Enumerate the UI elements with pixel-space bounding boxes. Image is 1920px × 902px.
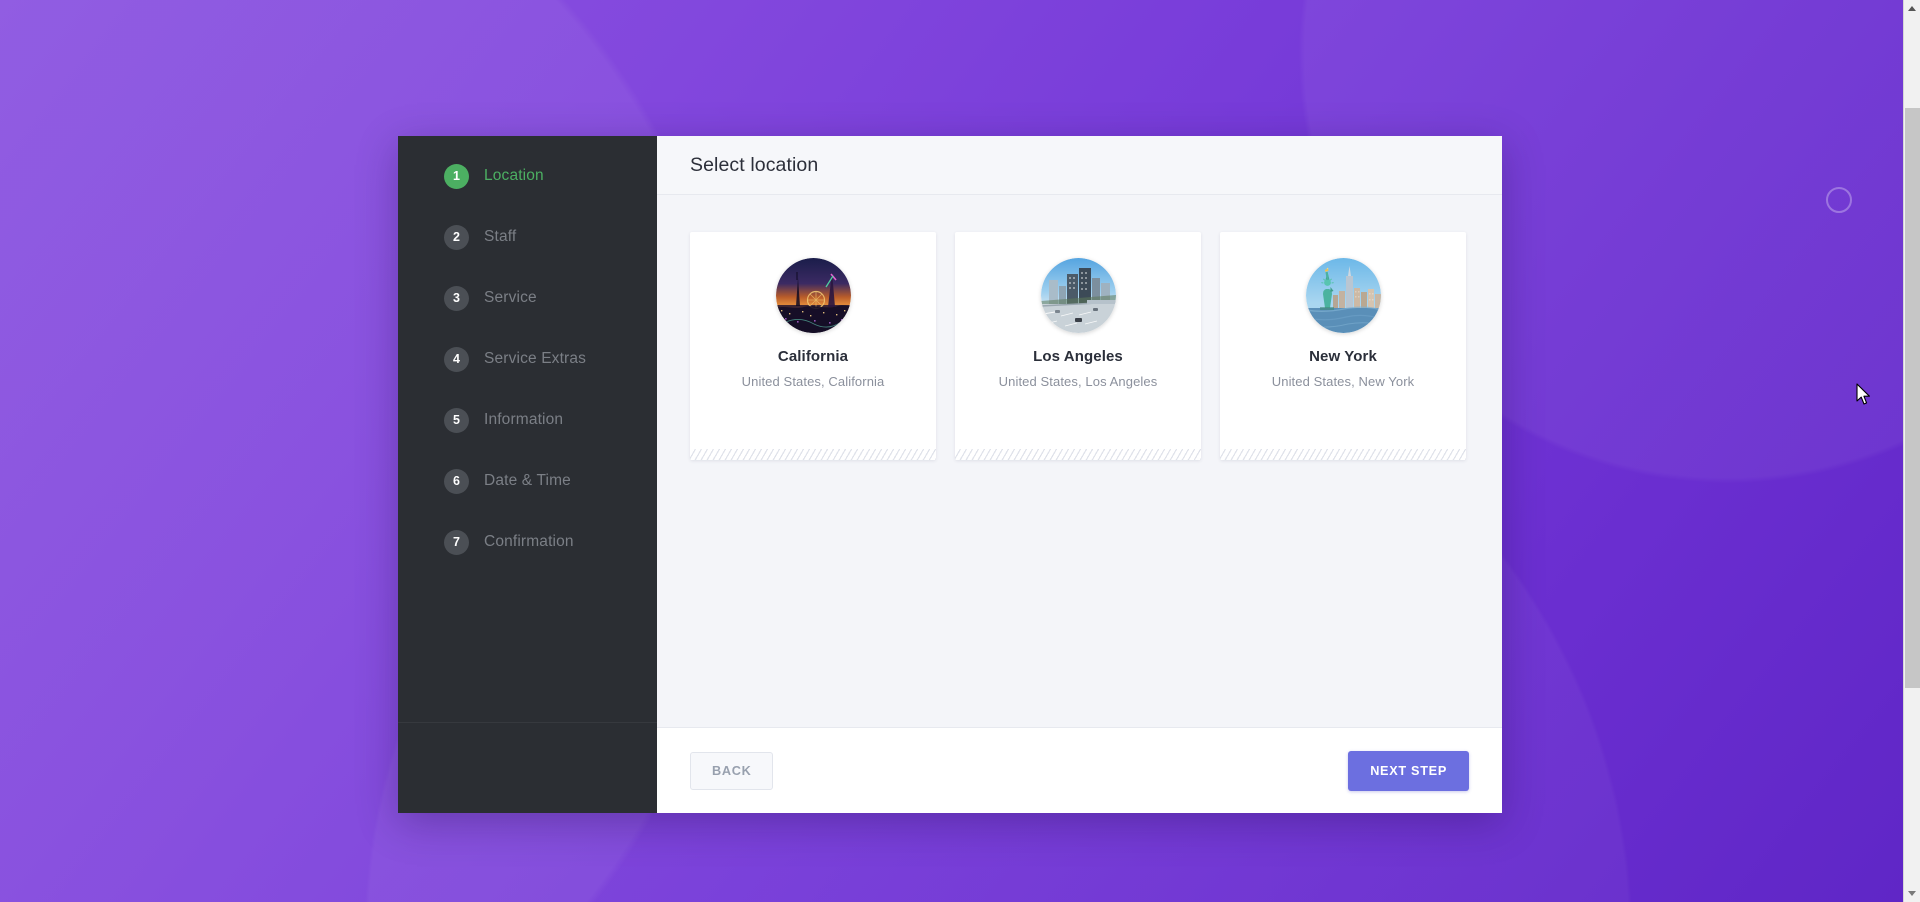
- location-name: California: [777, 348, 849, 365]
- wizard-main-panel: Select location California United States…: [657, 136, 1502, 813]
- step-number-badge: 7: [444, 529, 469, 555]
- panel-footer: BACK NEXT STEP: [657, 727, 1502, 813]
- new-york-photo-icon: [1305, 258, 1381, 333]
- location-card-new-york[interactable]: New York United States, New York: [1220, 232, 1466, 460]
- sidebar-step-date-time[interactable]: 6 Date & Time: [398, 458, 657, 504]
- decorative-ring: [1826, 187, 1852, 213]
- location-card-los-angeles[interactable]: Los Angeles United States, Los Angeles: [955, 232, 1201, 460]
- panel-header: Select location: [657, 136, 1502, 195]
- wizard-sidebar: 1 Location 2 Staff 3 Service 4 Service E…: [398, 136, 657, 813]
- sidebar-divider: [398, 722, 657, 723]
- page-scrollbar[interactable]: [1903, 0, 1920, 902]
- sidebar-step-service-extras[interactable]: 4 Service Extras: [398, 336, 657, 382]
- step-number-badge: 1: [444, 163, 469, 189]
- sidebar-step-service[interactable]: 3 Service: [398, 275, 657, 321]
- sidebar-step-location[interactable]: 1 Location: [398, 153, 657, 199]
- location-subtitle: United States, Los Angeles: [998, 374, 1158, 389]
- scrollbar-thumb[interactable]: [1905, 108, 1920, 688]
- step-number-badge: 5: [444, 407, 469, 433]
- sidebar-step-label: Service: [484, 289, 537, 306]
- card-hatch-stripe: [690, 449, 936, 460]
- location-subtitle: United States, California: [741, 374, 885, 389]
- scroll-down-arrow-icon[interactable]: [1904, 885, 1920, 902]
- next-step-button[interactable]: NEXT STEP: [1348, 750, 1469, 791]
- back-button[interactable]: BACK: [690, 751, 774, 790]
- booking-wizard: 1 Location 2 Staff 3 Service 4 Service E…: [398, 136, 1502, 813]
- card-hatch-stripe: [1220, 449, 1466, 460]
- panel-body: California United States, California Los…: [657, 195, 1502, 727]
- scroll-up-arrow-icon[interactable]: [1904, 0, 1920, 17]
- sidebar-step-label: Service Extras: [484, 350, 587, 367]
- sidebar-step-staff[interactable]: 2 Staff: [398, 214, 657, 260]
- california-photo-icon: [775, 258, 851, 333]
- location-name: Los Angeles: [1033, 348, 1123, 365]
- location-card-california[interactable]: California United States, California: [690, 232, 936, 460]
- location-subtitle: United States, New York: [1271, 374, 1415, 389]
- sidebar-step-label: Location: [484, 167, 544, 184]
- step-number-badge: 6: [444, 468, 469, 494]
- step-number-badge: 3: [444, 285, 469, 311]
- sidebar-step-label: Confirmation: [484, 533, 574, 550]
- step-number-badge: 4: [444, 346, 469, 372]
- sidebar-step-information[interactable]: 5 Information: [398, 397, 657, 443]
- location-name: New York: [1309, 348, 1377, 365]
- page-title: Select location: [690, 153, 819, 176]
- los-angeles-photo-icon: [1040, 258, 1116, 333]
- sidebar-step-label: Date & Time: [484, 472, 571, 489]
- sidebar-step-label: Information: [484, 411, 564, 428]
- card-hatch-stripe: [955, 449, 1201, 460]
- sidebar-step-label: Staff: [484, 228, 517, 245]
- step-number-badge: 2: [444, 224, 469, 250]
- location-card-grid: California United States, California Los…: [690, 232, 1469, 460]
- sidebar-step-confirmation[interactable]: 7 Confirmation: [398, 519, 657, 565]
